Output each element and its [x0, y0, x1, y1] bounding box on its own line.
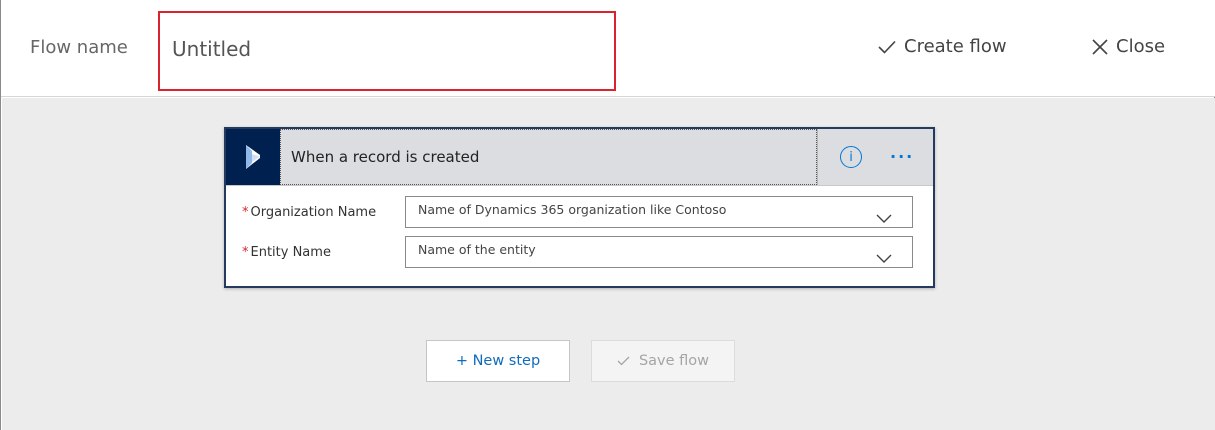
trigger-card: When a record is created i ··· * Organiza… — [224, 127, 935, 288]
organization-name-placeholder: Name of Dynamics 365 organization like C… — [418, 202, 727, 217]
entity-name-row: * Entity Name Name of the entity — [226, 236, 933, 270]
required-marker: * — [242, 245, 249, 260]
close-button[interactable]: Close — [1092, 36, 1165, 57]
new-step-button[interactable]: + New step — [426, 340, 570, 382]
close-label: Close — [1116, 36, 1166, 57]
create-flow-label: Create flow — [904, 36, 1007, 57]
checkmark-icon — [878, 40, 896, 54]
entity-name-label: * Entity Name — [242, 245, 331, 260]
organization-name-label: * Organization Name — [242, 205, 376, 220]
trigger-card-header[interactable]: When a record is created i ··· — [226, 129, 933, 185]
info-icon[interactable]: i — [840, 146, 862, 168]
save-flow-button[interactable]: Save flow — [591, 340, 735, 382]
entity-name-placeholder: Name of the entity — [418, 242, 536, 257]
flow-name-value: Untitled — [172, 37, 252, 61]
save-flow-label: Save flow — [638, 353, 710, 369]
organization-name-dropdown[interactable]: Name of Dynamics 365 organization like C… — [405, 196, 913, 228]
more-options-icon[interactable]: ··· — [890, 147, 914, 166]
trigger-card-body: * Organization Name Name of Dynamics 365 … — [226, 185, 933, 286]
chevron-down-icon — [876, 248, 892, 267]
info-glyph: i — [849, 149, 853, 165]
required-marker: * — [242, 205, 249, 220]
entity-name-label-text: Entity Name — [250, 245, 331, 260]
create-flow-button[interactable]: Create flow — [878, 36, 1007, 57]
flow-name-input[interactable]: Untitled — [158, 11, 616, 91]
dynamics-logo-icon — [226, 129, 280, 185]
entity-name-dropdown[interactable]: Name of the entity — [405, 236, 913, 268]
header-divider — [817, 129, 818, 185]
app-frame: Flow name Untitled Create flow Close Whe… — [0, 0, 1215, 430]
trigger-title: When a record is created — [291, 148, 480, 166]
header-bar: Flow name Untitled Create flow Close — [1, 0, 1215, 97]
checkmark-icon — [617, 356, 630, 366]
trigger-title-box[interactable]: When a record is created — [280, 129, 817, 185]
flow-name-label: Flow name — [30, 37, 128, 58]
close-icon — [1092, 38, 1108, 55]
organization-name-row: * Organization Name Name of Dynamics 365 … — [226, 196, 933, 230]
chevron-down-icon — [876, 208, 892, 227]
organization-name-label-text: Organization Name — [250, 205, 377, 220]
